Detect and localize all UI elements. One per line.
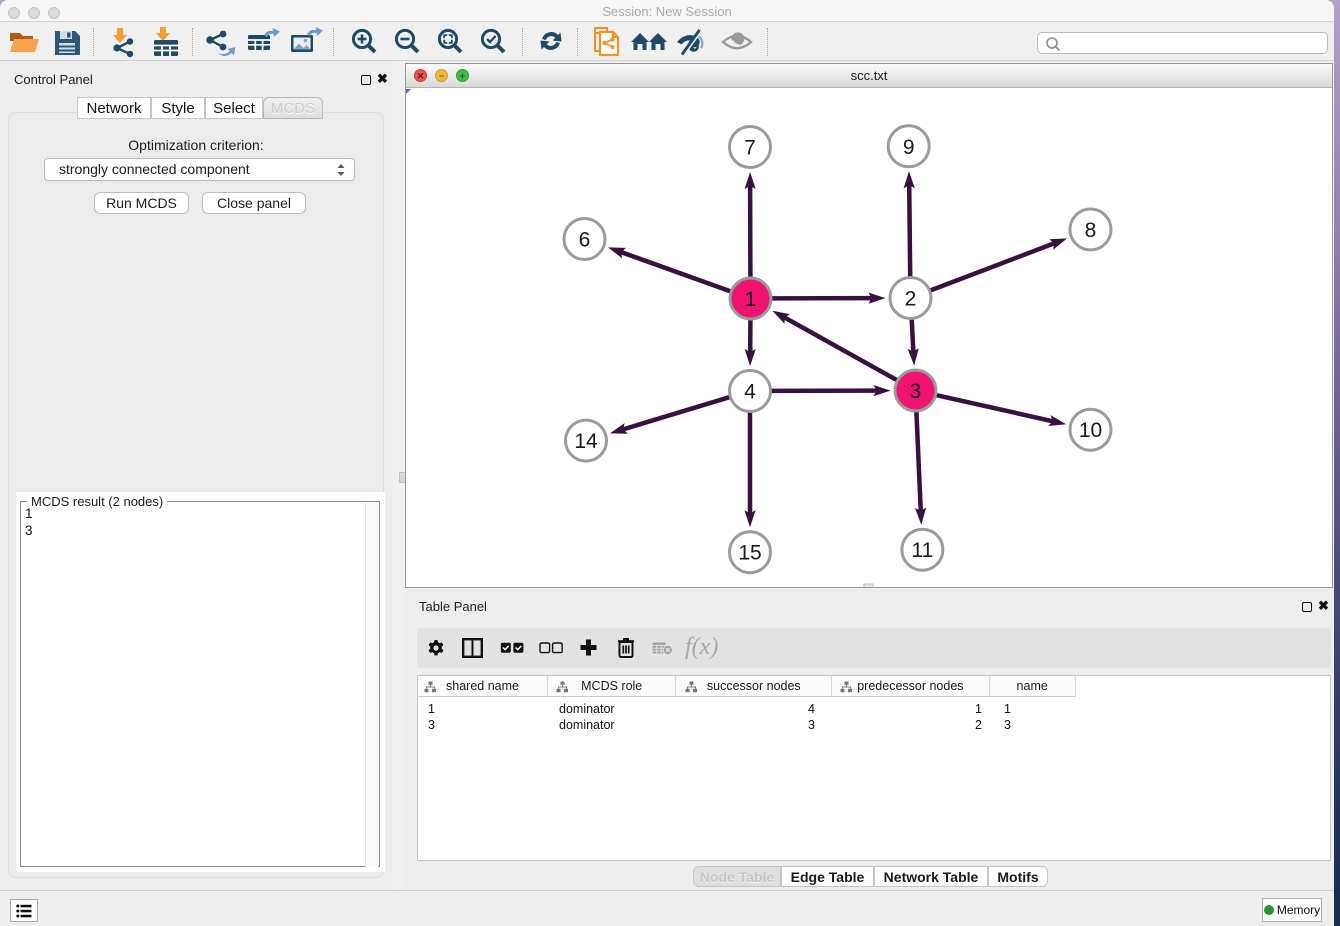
svg-text:15: 15 <box>738 542 761 565</box>
svg-text:4: 4 <box>744 381 756 404</box>
svg-text:10: 10 <box>1079 419 1102 442</box>
svg-text:11: 11 <box>911 539 933 562</box>
svg-text:6: 6 <box>579 229 591 252</box>
svg-text:2: 2 <box>905 288 917 311</box>
svg-text:7: 7 <box>744 137 756 160</box>
svg-text:8: 8 <box>1085 219 1097 242</box>
svg-text:1: 1 <box>745 288 757 311</box>
svg-text:9: 9 <box>903 136 915 159</box>
svg-text:3: 3 <box>910 380 922 403</box>
svg-text:14: 14 <box>574 430 598 453</box>
